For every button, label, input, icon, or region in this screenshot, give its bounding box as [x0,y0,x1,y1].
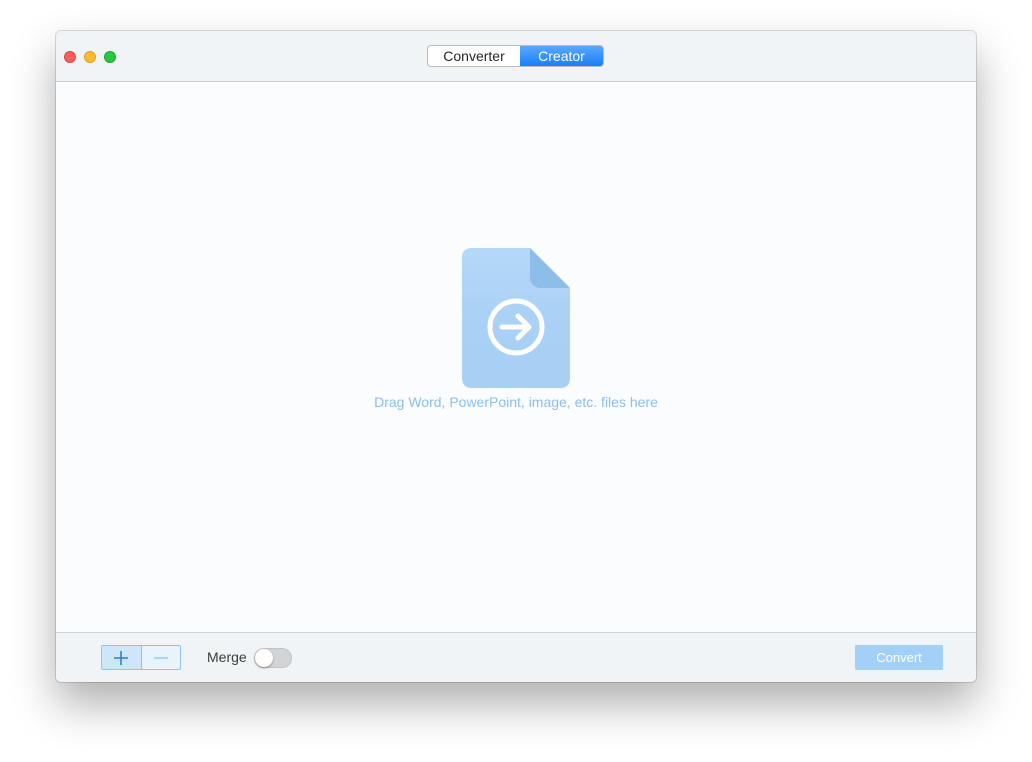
toggle-knob [255,649,273,667]
minus-icon [153,656,168,659]
bottom-toolbar: Merge Convert [56,632,976,682]
convert-button[interactable]: Convert [855,645,943,670]
mode-segmented-control: Converter Creator [427,45,604,67]
add-remove-control [101,645,181,670]
merge-label: Merge [207,649,247,665]
plus-icon [114,650,129,665]
document-arrow-icon [462,248,570,388]
tab-creator[interactable]: Creator [520,46,603,66]
minimize-window-button[interactable] [84,51,96,63]
zoom-window-button[interactable] [104,51,116,63]
file-drop-zone[interactable]: Drag Word, PowerPoint, image, etc. files… [56,82,976,632]
remove-file-button[interactable] [141,646,180,669]
title-bar[interactable]: Converter Creator [56,31,976,82]
merge-toggle[interactable] [254,648,292,668]
drop-hint-text: Drag Word, PowerPoint, image, etc. files… [374,394,658,410]
add-file-button[interactable] [102,646,142,669]
close-window-button[interactable] [64,51,76,63]
tab-converter[interactable]: Converter [428,46,520,66]
app-window: Converter Creator Drag Word, PowerPoint,… [56,31,976,682]
